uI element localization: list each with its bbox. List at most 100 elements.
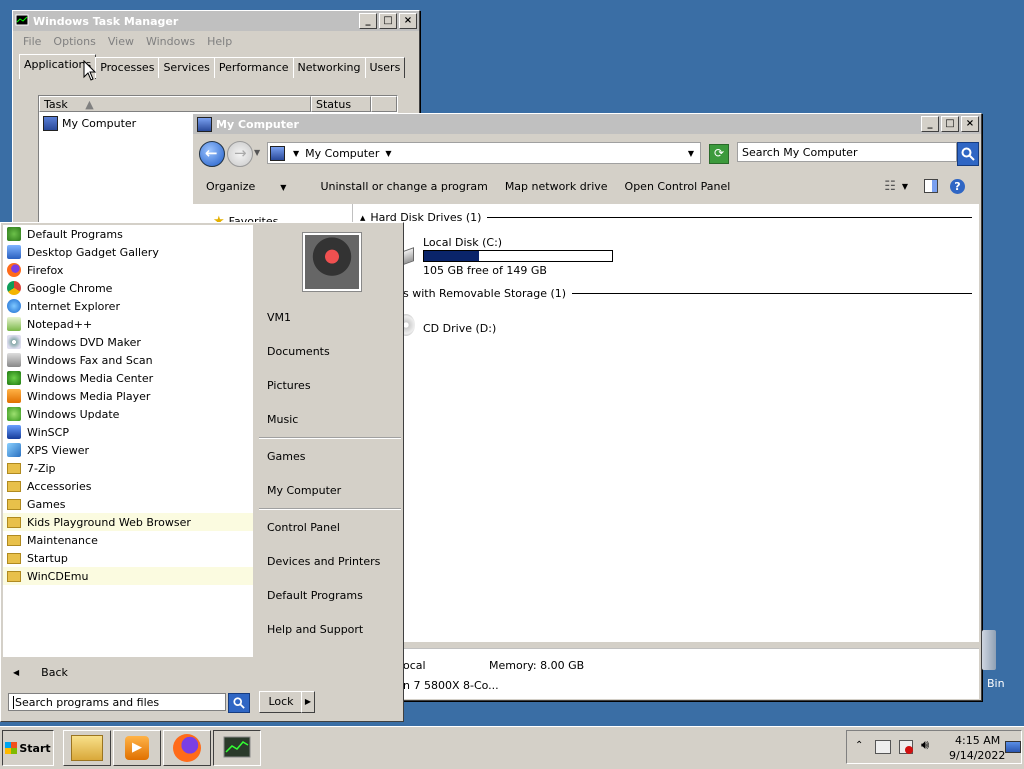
list-item[interactable]: Windows Update	[3, 405, 253, 423]
right-item-documents[interactable]: Documents	[267, 345, 330, 358]
right-item-control-panel[interactable]: Control Panel	[267, 521, 340, 534]
start-menu[interactable]: Default Programs Desktop Gadget Gallery Fi…	[0, 222, 404, 722]
volume-icon[interactable]: 🔊︎	[921, 738, 929, 753]
breadcrumb-dropdown-icon[interactable]: ▼	[385, 149, 391, 158]
search-placeholder: Search My Computer	[742, 145, 858, 159]
list-item[interactable]: Kids Playground Web Browser	[3, 513, 253, 531]
address-bar[interactable]: ▼ My Computer ▼ ▼	[267, 142, 701, 164]
task-manager-titlebar[interactable]: Windows Task Manager _ □ ×	[13, 11, 419, 31]
uninstall-program-button[interactable]: Uninstall or change a program	[320, 180, 487, 193]
column-header-status[interactable]: Status	[311, 96, 371, 112]
right-item-my-computer[interactable]: My Computer	[267, 484, 341, 497]
table-row[interactable]: My Computer	[43, 116, 136, 131]
back-button[interactable]: ◀ Back	[3, 659, 253, 685]
open-control-panel-button[interactable]: Open Control Panel	[625, 180, 731, 193]
refresh-button[interactable]: ⟳	[709, 144, 729, 164]
lock-button[interactable]: Lock	[259, 691, 303, 713]
tab-networking[interactable]: Networking	[292, 57, 366, 78]
list-item[interactable]: Startup	[3, 549, 253, 567]
taskbar-firefox-button[interactable]	[163, 730, 211, 766]
organize-button[interactable]: Organize ▼	[206, 180, 303, 193]
list-item[interactable]: Games	[3, 495, 253, 513]
shutdown-options-button[interactable]: ▶	[301, 691, 315, 713]
notification-area: ⌃ 🔊︎ 4:15 AM 9/14/2022	[846, 730, 1022, 764]
menu-options[interactable]: Options	[47, 35, 101, 48]
list-item[interactable]: XPS Viewer	[3, 441, 253, 459]
right-item-help-support[interactable]: Help and Support	[267, 623, 363, 636]
user-picture[interactable]	[303, 233, 361, 291]
start-search-button[interactable]	[228, 693, 250, 713]
change-view-icon[interactable]: ☷	[884, 179, 896, 194]
forward-button[interactable]: →	[227, 141, 253, 167]
help-icon[interactable]: ?	[950, 178, 965, 194]
organize-label: Organize	[206, 179, 256, 193]
clock-date[interactable]: 9/14/2022	[949, 749, 1005, 762]
start-search-box[interactable]: Search programs and files	[8, 693, 226, 711]
close-button[interactable]: ×	[399, 13, 417, 29]
taskbar-explorer-button[interactable]	[63, 730, 111, 766]
tab-processes[interactable]: Processes	[95, 57, 160, 78]
list-item[interactable]: WinSCP	[3, 423, 253, 441]
list-item[interactable]: Internet Explorer	[3, 297, 253, 315]
list-item[interactable]: WinCDEmu	[3, 567, 253, 585]
list-item[interactable]: Windows Fax and Scan	[3, 351, 253, 369]
list-item[interactable]: Windows Media Player	[3, 387, 253, 405]
tab-performance[interactable]: Performance	[213, 57, 294, 78]
list-item[interactable]: Firefox	[3, 261, 253, 279]
show-desktop-icon[interactable]	[1005, 741, 1021, 753]
maximize-button[interactable]: □	[941, 116, 959, 132]
list-item[interactable]: Windows DVD Maker	[3, 333, 253, 351]
right-item-default-programs[interactable]: Default Programs	[267, 589, 363, 602]
tab-users[interactable]: Users	[364, 57, 406, 78]
list-item[interactable]: Accessories	[3, 477, 253, 495]
breadcrumb-separator-icon[interactable]: ▼	[293, 149, 299, 158]
cd-drive-item[interactable]: CD Drive (D:)	[393, 312, 593, 342]
maximize-button[interactable]: □	[379, 13, 397, 29]
column-header-task[interactable]: Task ▲	[39, 96, 311, 112]
right-item-music[interactable]: Music	[267, 413, 298, 426]
programs-list[interactable]: Default Programs Desktop Gadget Gallery Fi…	[3, 225, 253, 657]
right-item-devices-printers[interactable]: Devices and Printers	[267, 555, 380, 568]
show-hidden-icons-icon[interactable]: ⌃	[855, 740, 863, 751]
search-button[interactable]	[957, 142, 979, 166]
taskbar-task-manager-button[interactable]	[213, 730, 261, 766]
local-disk-item[interactable]: Local Disk (C:) 105 GB free of 149 GB	[393, 234, 653, 278]
back-button[interactable]: ←	[199, 141, 225, 167]
tab-services[interactable]: Services	[158, 57, 215, 78]
start-button[interactable]: Start	[2, 730, 54, 766]
minimize-button[interactable]: _	[921, 116, 939, 132]
clock-time[interactable]: 4:15 AM	[955, 734, 1000, 747]
right-item-vm1[interactable]: VM1	[267, 311, 291, 324]
explorer-title: My Computer	[216, 117, 299, 131]
column-task-label: Task	[44, 98, 68, 111]
group-header-hdd[interactable]: ▲ Hard Disk Drives (1)	[360, 211, 972, 224]
menu-windows[interactable]: Windows	[140, 35, 201, 48]
address-history-dropdown-icon[interactable]: ▼	[688, 149, 694, 158]
right-item-games[interactable]: Games	[267, 450, 305, 463]
view-dropdown-icon[interactable]: ▼	[902, 182, 908, 191]
close-button[interactable]: ×	[961, 116, 979, 132]
list-item[interactable]: Notepad++	[3, 315, 253, 333]
right-item-pictures[interactable]: Pictures	[267, 379, 311, 392]
list-item[interactable]: Desktop Gadget Gallery	[3, 243, 253, 261]
list-item[interactable]: Maintenance	[3, 531, 253, 549]
recent-pages-dropdown-icon[interactable]: ▼	[254, 148, 260, 157]
preview-pane-icon[interactable]	[924, 179, 938, 193]
list-item[interactable]: Default Programs	[3, 225, 253, 243]
group-header-removable[interactable]: s with Removable Storage (1)	[403, 287, 972, 300]
action-center-icon[interactable]	[875, 740, 891, 754]
breadcrumb-my-computer[interactable]: My Computer	[305, 147, 379, 160]
list-item[interactable]: Windows Media Center	[3, 369, 253, 387]
list-item[interactable]: 7-Zip	[3, 459, 253, 477]
minimize-button[interactable]: _	[359, 13, 377, 29]
content-pane[interactable]: ▲ Hard Disk Drives (1) Local Disk (C:) 1…	[353, 204, 979, 642]
menu-view[interactable]: View	[102, 35, 140, 48]
list-item[interactable]: Google Chrome	[3, 279, 253, 297]
search-box[interactable]: Search My Computer	[737, 142, 957, 162]
recycle-bin-icon[interactable]	[982, 630, 996, 670]
menu-file[interactable]: File	[17, 35, 47, 48]
menu-help[interactable]: Help	[201, 35, 238, 48]
explorer-titlebar[interactable]: My Computer _ □ ×	[193, 114, 981, 134]
map-network-drive-button[interactable]: Map network drive	[505, 180, 608, 193]
taskbar-media-player-button[interactable]: ▶	[113, 730, 161, 766]
